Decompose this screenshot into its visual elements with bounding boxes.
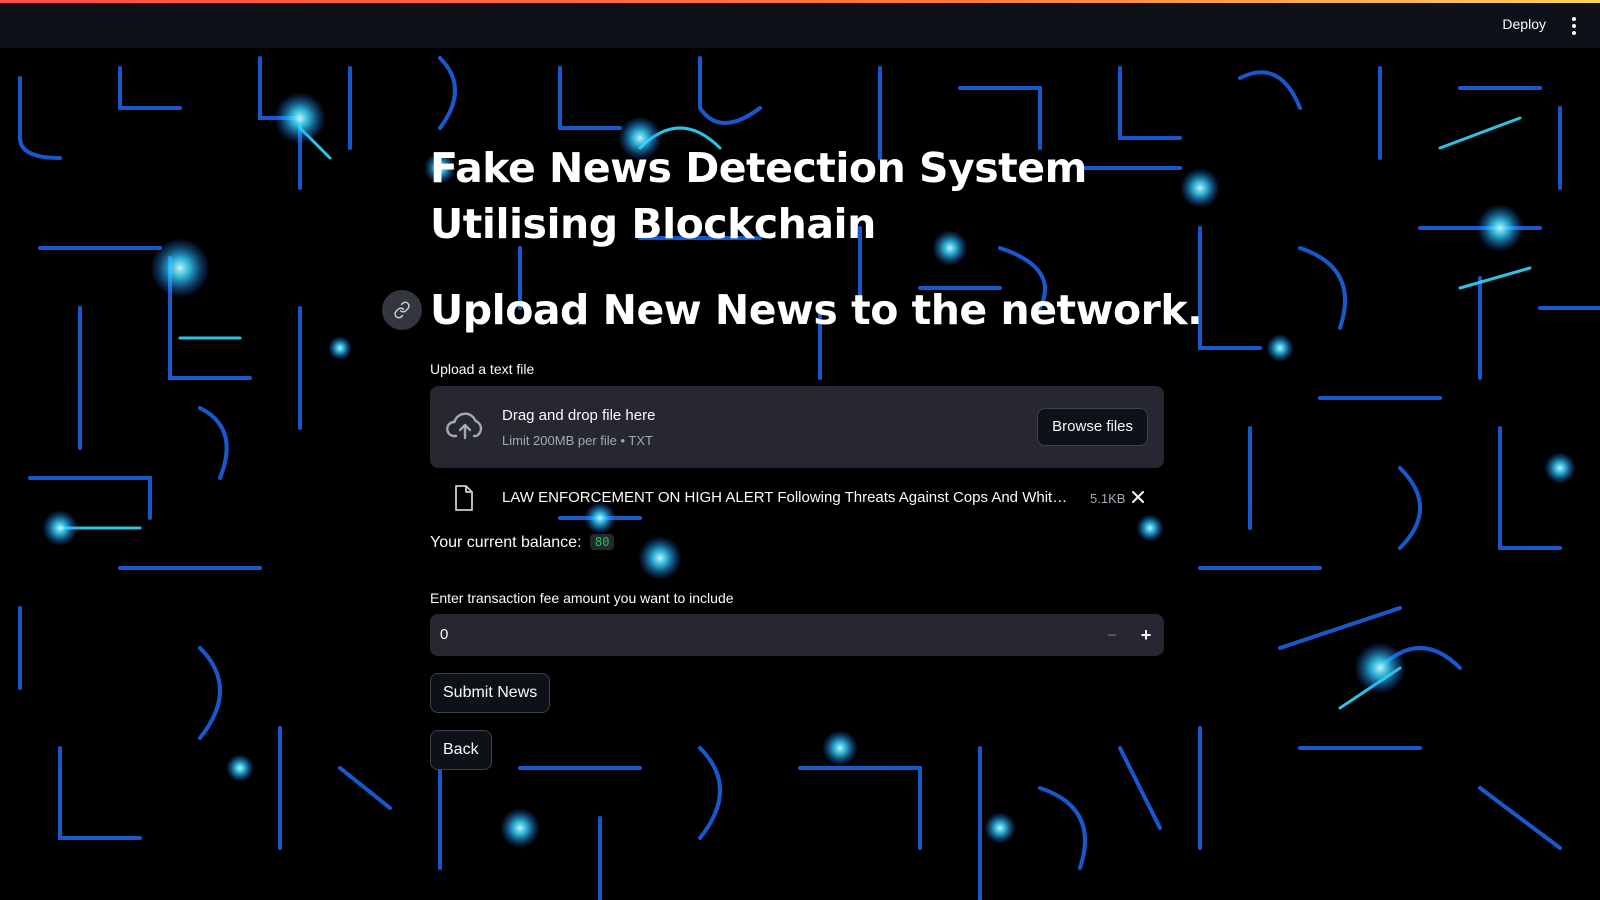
cloud-upload-icon: [446, 412, 483, 440]
section-heading: Upload New News to the network.: [430, 286, 1203, 334]
fee-input-label: Enter transaction fee amount you want to…: [430, 590, 734, 606]
back-button[interactable]: Back: [430, 730, 492, 770]
browse-files-button[interactable]: Browse files: [1037, 408, 1148, 446]
balance-line: Your current balance: 80: [430, 534, 615, 552]
uploaded-file-name: LAW ENFORCEMENT ON HIGH ALERT Following …: [502, 489, 1072, 506]
increment-button[interactable]: +: [1130, 614, 1162, 656]
decrement-button[interactable]: −: [1096, 614, 1128, 656]
fee-input-value[interactable]: 0: [440, 626, 448, 643]
file-icon: [455, 485, 473, 511]
uploaded-file-size: 5.1KB: [1090, 491, 1126, 506]
transaction-fee-input[interactable]: 0 − +: [430, 614, 1164, 656]
page-title: Fake News Detection System Utilising Blo…: [430, 144, 1087, 248]
app-header: Deploy: [0, 3, 1600, 48]
uploaded-file-item: LAW ENFORCEMENT ON HIGH ALERT Following …: [430, 478, 1164, 518]
balance-value: 80: [589, 534, 615, 550]
submit-news-button[interactable]: Submit News: [430, 673, 551, 713]
dropzone-title: Drag and drop file here: [502, 407, 656, 424]
file-dropzone[interactable]: Drag and drop file here Limit 200MB per …: [430, 386, 1164, 468]
balance-label: Your current balance:: [430, 534, 582, 551]
dropzone-limit: Limit 200MB per file • TXT: [502, 433, 653, 448]
header-decoration-bar: [0, 0, 1600, 3]
deploy-button[interactable]: Deploy: [1502, 16, 1546, 32]
kebab-menu-icon[interactable]: [1566, 12, 1582, 40]
close-icon[interactable]: [1128, 487, 1148, 507]
upload-label: Upload a text file: [430, 361, 535, 377]
link-icon[interactable]: [382, 290, 422, 330]
